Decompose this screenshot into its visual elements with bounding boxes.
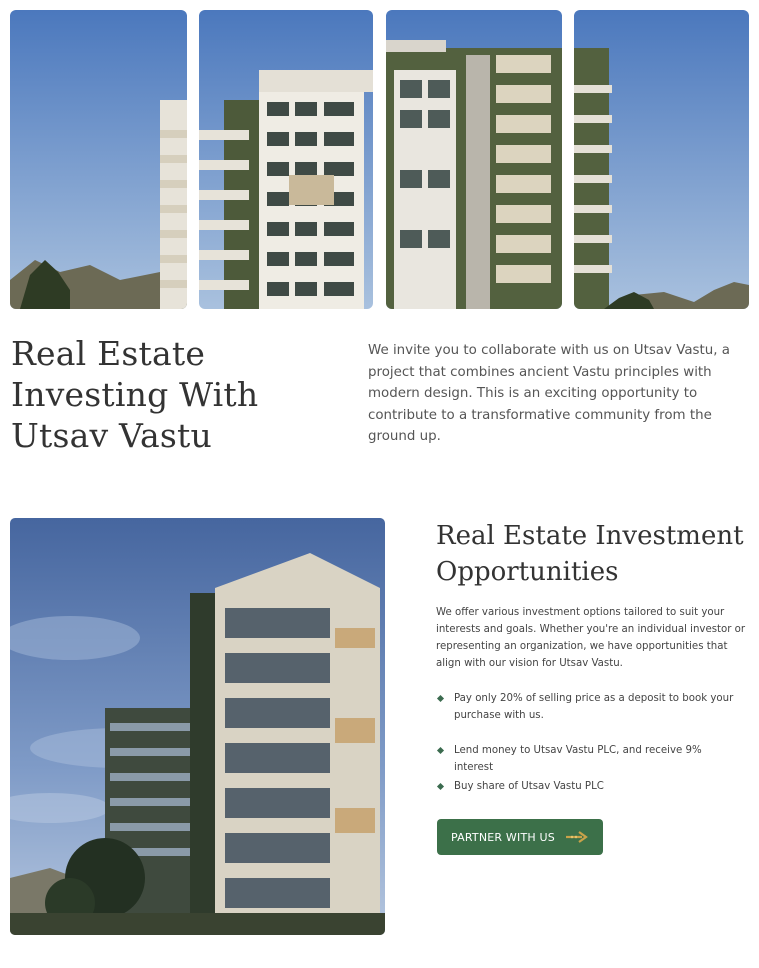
list-item-text: Buy share of Utsav Vastu PLC <box>454 781 604 792</box>
list-item: Buy share of Utsav Vastu PLC <box>436 778 736 795</box>
arrow-right-icon <box>565 830 589 844</box>
building-photo-panel-4 <box>574 10 749 309</box>
diamond-bullet-icon <box>436 782 445 791</box>
opportunities-title: Real Estate Investment Opportunities <box>436 521 744 587</box>
list-item-text: Pay only 20% of selling price as a depos… <box>454 693 734 721</box>
list-item: Lend money to Utsav Vastu PLC, and recei… <box>436 742 736 776</box>
building-photo-panel-1 <box>10 10 187 309</box>
intro-title: Real Estate Investing With Utsav Vastu <box>11 334 259 455</box>
diamond-bullet-icon <box>436 694 445 703</box>
intro-paragraph: We invite you to collaborate with us on … <box>368 343 730 445</box>
building-render-photo <box>10 518 385 935</box>
diamond-bullet-icon <box>436 746 445 755</box>
list-item: Pay only 20% of selling price as a depos… <box>436 690 736 724</box>
partner-with-us-button[interactable]: PARTNER WITH US <box>437 819 603 855</box>
opportunities-paragraph: We offer various investment options tail… <box>436 607 746 669</box>
building-photo-panel-3 <box>386 10 562 309</box>
building-photo-panel-2 <box>199 10 373 309</box>
list-item-text: Lend money to Utsav Vastu PLC, and recei… <box>454 745 702 773</box>
partner-button-label: PARTNER WITH US <box>451 830 555 844</box>
